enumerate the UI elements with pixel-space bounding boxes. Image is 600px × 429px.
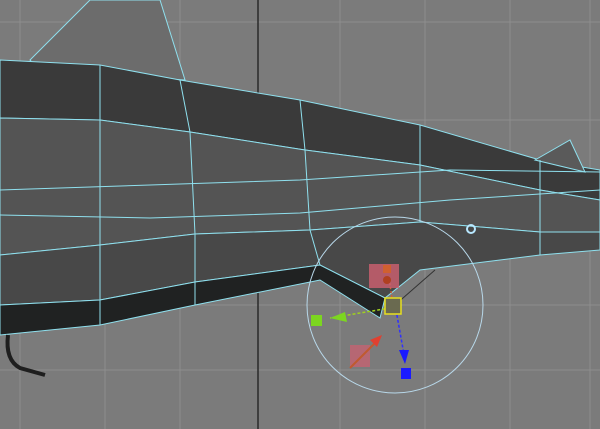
- x-axis-arrow[interactable]: [330, 312, 347, 322]
- x-axis-handle[interactable]: [311, 315, 322, 326]
- viewport-canvas[interactable]: [0, 0, 600, 429]
- 3d-viewport[interactable]: [0, 0, 600, 429]
- z-axis-handle[interactable]: [401, 368, 411, 379]
- y-axis-handle[interactable]: [383, 265, 391, 273]
- z-axis-arrow[interactable]: [399, 350, 409, 364]
- manipulator-center[interactable]: [384, 297, 402, 315]
- mesh-foot-outline: [5, 334, 46, 377]
